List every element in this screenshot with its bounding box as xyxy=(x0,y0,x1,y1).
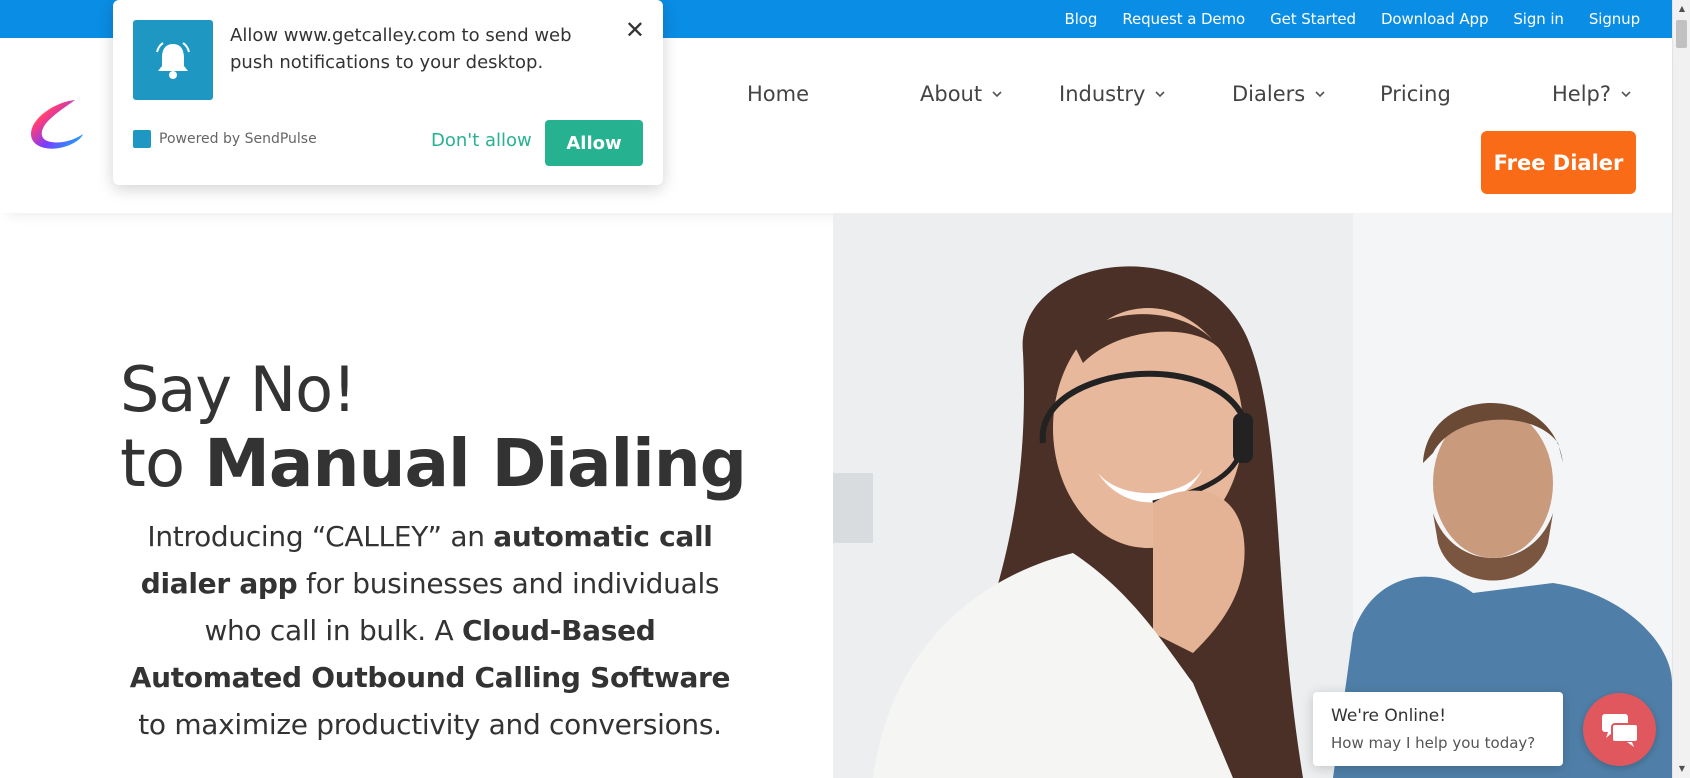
chat-title: We're Online! xyxy=(1331,706,1447,726)
hero-text-section: Say No! to Manual Dialing Introducing “C… xyxy=(0,213,833,778)
page-scrollbar[interactable]: ▲ ▼ xyxy=(1672,0,1690,778)
dont-allow-button[interactable]: Don't allow xyxy=(431,130,532,151)
chevron-down-icon xyxy=(1621,91,1631,98)
bell-icon xyxy=(133,20,213,100)
scroll-down-arrow-icon[interactable]: ▼ xyxy=(1673,762,1690,776)
nav-industry-label: Industry xyxy=(1059,82,1146,106)
hero-headline-line2: to Manual Dialing xyxy=(120,425,747,502)
hero-headline-line1: Say No! xyxy=(120,353,357,426)
allow-button[interactable]: Allow xyxy=(545,120,643,166)
powered-by-label: Powered by SendPulse xyxy=(159,131,317,147)
get-started-link[interactable]: Get Started xyxy=(1270,10,1356,28)
scroll-up-arrow-icon[interactable]: ▲ xyxy=(1673,2,1690,16)
sendpulse-icon xyxy=(133,130,151,148)
chat-launcher-button[interactable] xyxy=(1583,693,1656,766)
free-dialer-button[interactable]: Free Dialer xyxy=(1481,131,1636,194)
intro-part-3: to maximize productivity and conversions… xyxy=(138,708,722,741)
nav-home[interactable]: Home xyxy=(747,82,809,106)
chat-greeting-bubble[interactable]: We're Online! How may I help you today? xyxy=(1313,692,1563,766)
push-notification-popup: Allow www.getcalley.com to send web push… xyxy=(113,0,663,185)
nav-dialers-label: Dialers xyxy=(1232,82,1306,106)
nav-help[interactable]: Help? xyxy=(1552,82,1633,106)
headline2-prefix: to xyxy=(120,425,205,502)
download-app-link[interactable]: Download App xyxy=(1381,10,1489,28)
chat-bubbles-icon xyxy=(1601,713,1639,747)
nav-about[interactable]: About xyxy=(920,82,1004,106)
nav-pricing-label: Pricing xyxy=(1380,82,1451,106)
intro-part-1: Introducing “CALLEY” an xyxy=(147,520,494,553)
hero-intro-paragraph: Introducing “CALLEY” an automatic call d… xyxy=(120,513,740,748)
blog-link[interactable]: Blog xyxy=(1065,10,1098,28)
nav-industry[interactable]: Industry xyxy=(1059,82,1167,106)
chat-subtitle: How may I help you today? xyxy=(1331,734,1536,752)
notification-message: Allow www.getcalley.com to send web push… xyxy=(230,25,572,73)
request-demo-link[interactable]: Request a Demo xyxy=(1122,10,1245,28)
nav-home-label: Home xyxy=(747,82,810,106)
chevron-down-icon xyxy=(1155,91,1165,98)
sign-in-link[interactable]: Sign in xyxy=(1513,10,1564,28)
nav-help-label: Help? xyxy=(1552,82,1612,106)
chevron-down-icon xyxy=(1315,91,1325,98)
powered-by: Powered by SendPulse xyxy=(133,130,317,148)
nav-about-label: About xyxy=(920,82,983,106)
scroll-thumb[interactable] xyxy=(1676,20,1687,48)
signup-link[interactable]: Signup xyxy=(1589,10,1640,28)
headline2-bold: Manual Dialing xyxy=(204,425,747,502)
nav-pricing[interactable]: Pricing xyxy=(1380,82,1451,106)
topbar-links: Blog Request a Demo Get Started Download… xyxy=(1065,0,1641,38)
nav-dialers[interactable]: Dialers xyxy=(1232,82,1327,106)
chevron-down-icon xyxy=(992,91,1002,98)
close-icon[interactable]: ✕ xyxy=(625,16,645,44)
